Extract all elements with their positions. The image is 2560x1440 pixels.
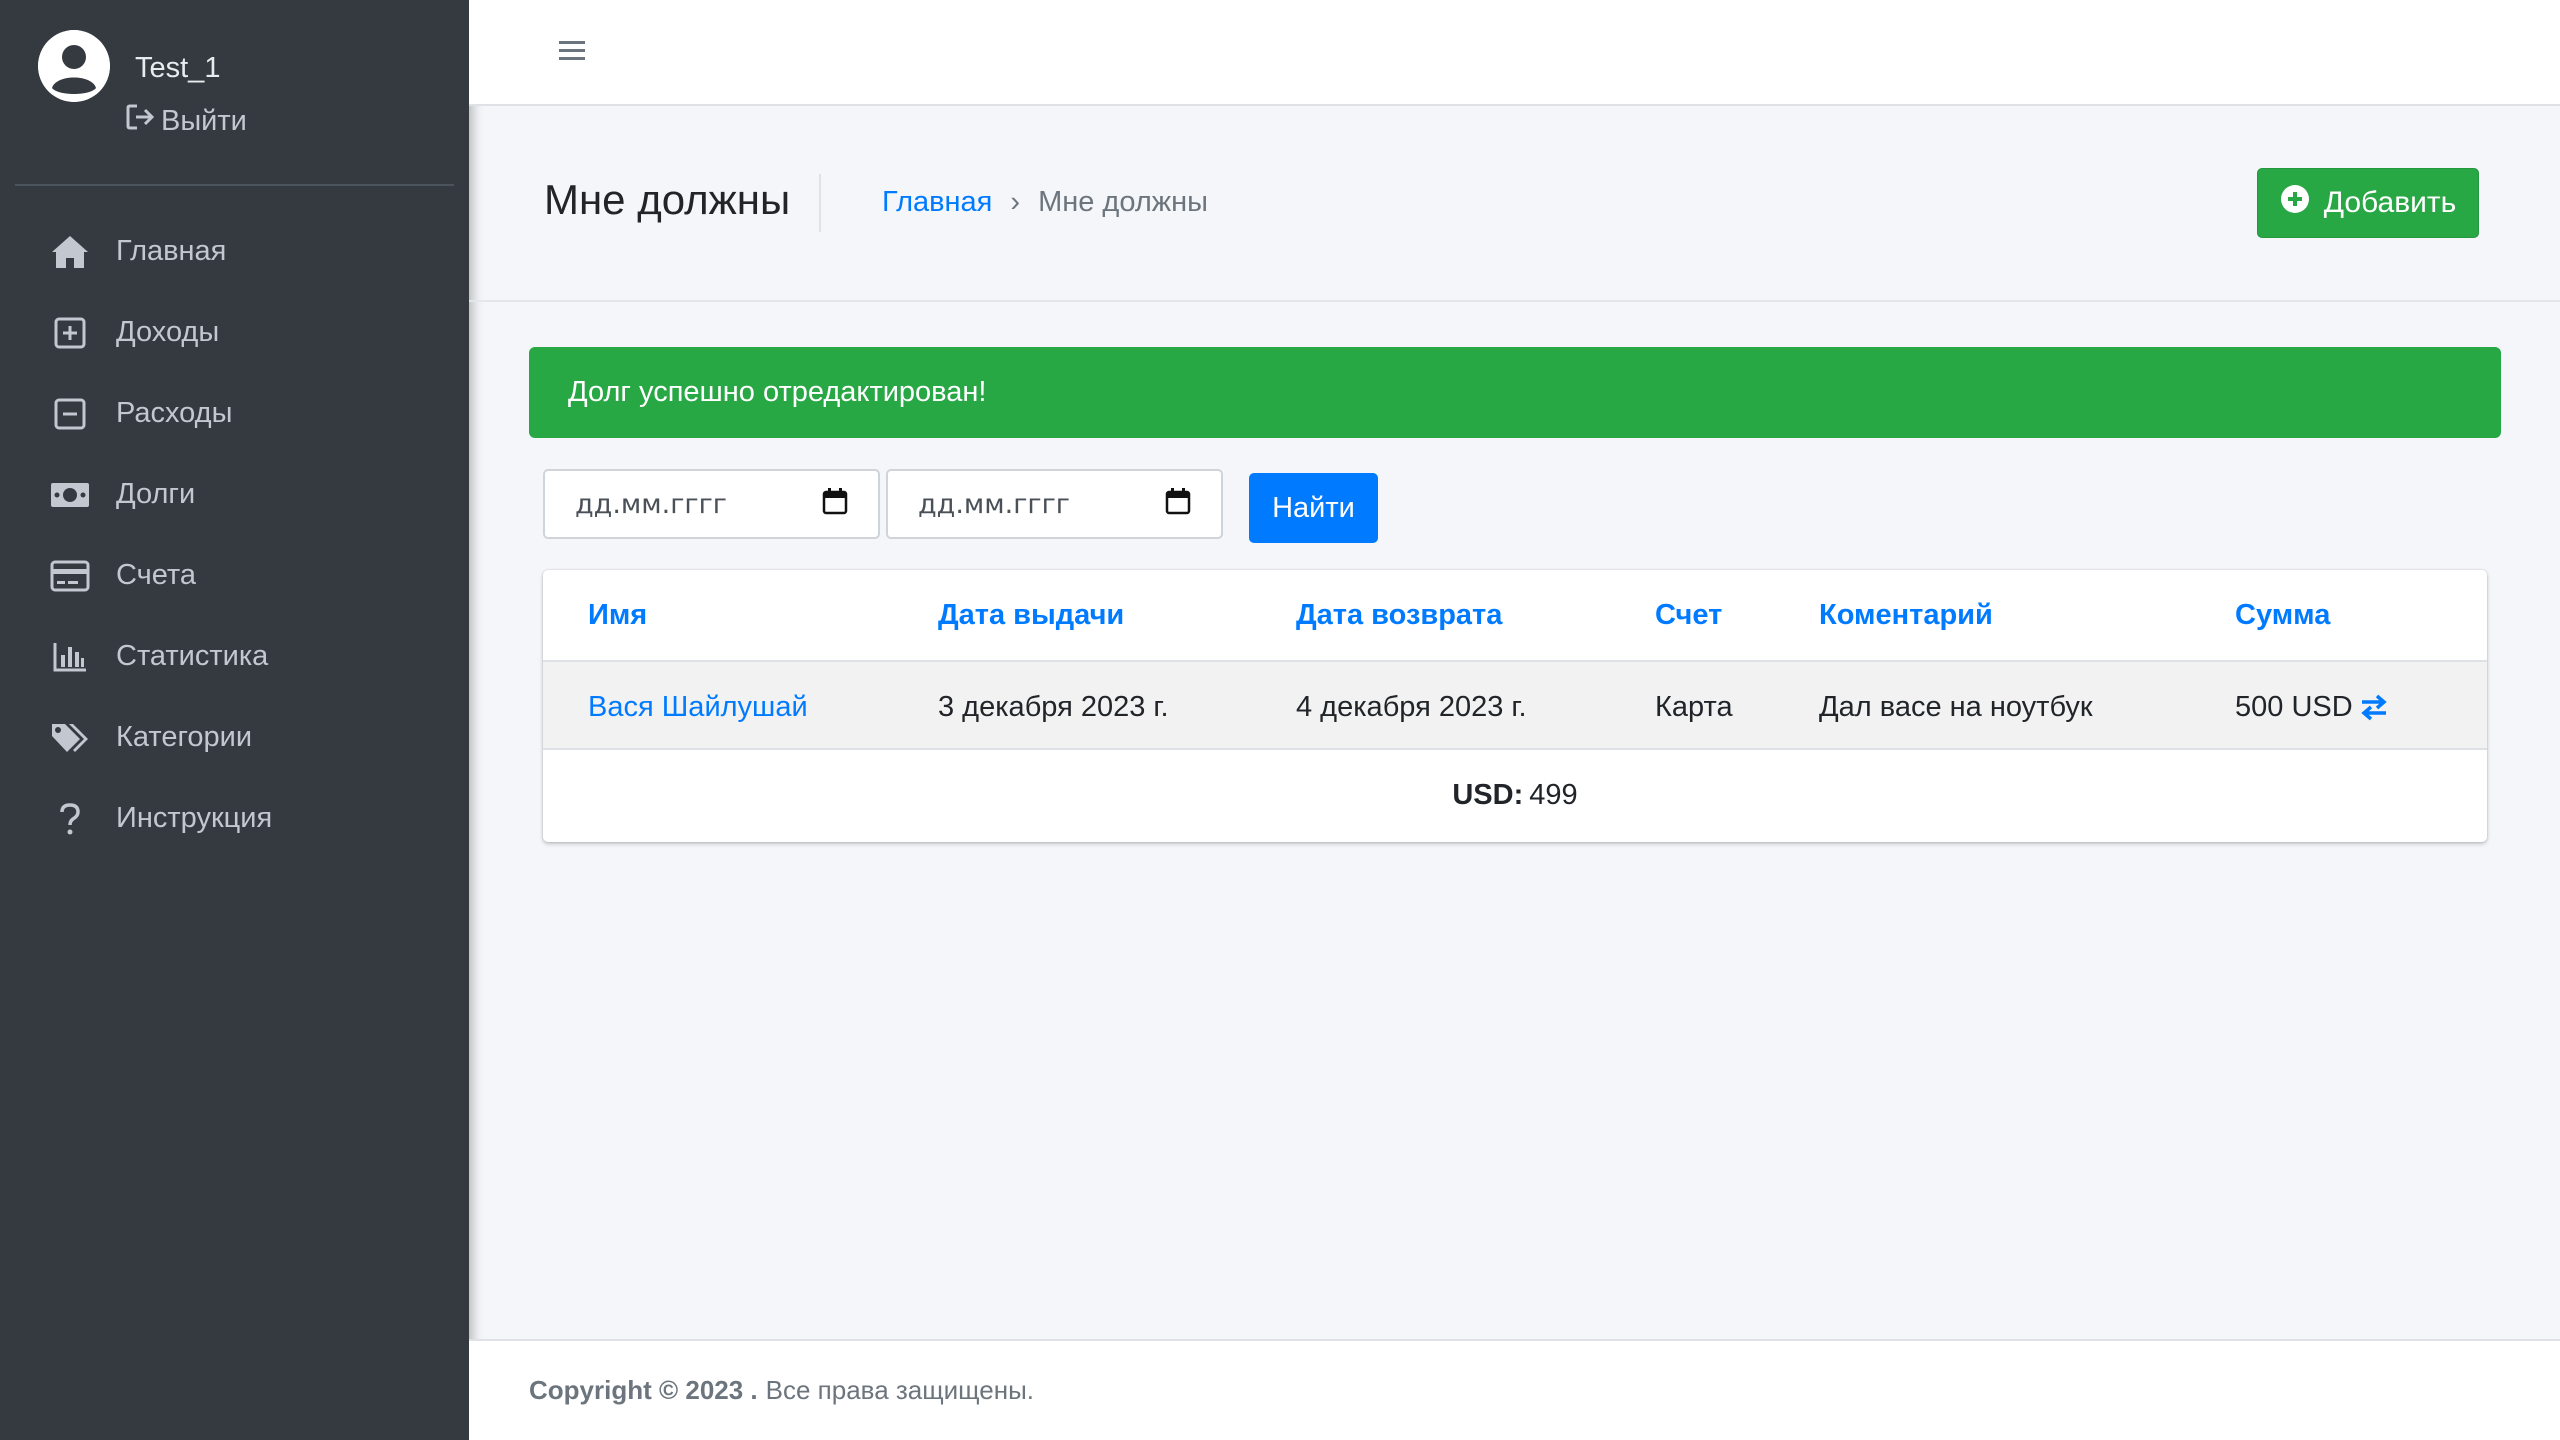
sidebar-item-income[interactable]: Доходы bbox=[0, 292, 469, 373]
sidebar-item-label: Расходы bbox=[116, 397, 233, 429]
amount-value: 500 USD bbox=[2235, 690, 2353, 723]
column-header-name[interactable]: Имя bbox=[588, 570, 647, 660]
amount-cell: 500 USD bbox=[2235, 662, 2389, 752]
sidebar-item-accounts[interactable]: Счета bbox=[0, 535, 469, 616]
page-title: Мне должны bbox=[544, 176, 791, 223]
date-to-placeholder: дд.мм.гггг bbox=[918, 488, 1070, 520]
sidebar-item-label: Категории bbox=[116, 721, 253, 753]
footer-copyright: Copyright © 2023 . bbox=[529, 1375, 758, 1405]
account-cell: Карта bbox=[1655, 690, 1733, 723]
column-header-account[interactable]: Счет bbox=[1655, 570, 1722, 660]
sidebar-item-home[interactable]: Главная bbox=[0, 211, 469, 292]
home-icon bbox=[50, 232, 90, 272]
find-button[interactable]: Найти bbox=[1249, 473, 1378, 543]
sidebar-item-label: Главная bbox=[116, 235, 227, 267]
return-date-cell: 4 декабря 2023 г. bbox=[1296, 690, 1527, 723]
sidebar-nav: Главная Доходы Расходы Долги Счета Стати… bbox=[0, 211, 469, 859]
sidebar-item-debts[interactable]: Долги bbox=[0, 454, 469, 535]
total-value: 499 bbox=[1529, 778, 1578, 811]
top-navbar bbox=[469, 0, 2560, 106]
calendar-icon[interactable] bbox=[1165, 487, 1191, 522]
calendar-icon[interactable] bbox=[822, 487, 848, 522]
add-button-label: Добавить bbox=[2323, 186, 2457, 219]
footer-rights: Все права защищены. bbox=[765, 1375, 1035, 1405]
success-alert: Долг успешно отредактирован! bbox=[529, 347, 2501, 438]
column-header-return-date[interactable]: Дата возврата bbox=[1296, 570, 1502, 660]
total-summary: USD: 499 bbox=[543, 750, 2487, 840]
breadcrumb-current: Мне должны bbox=[1038, 186, 1209, 218]
avatar-icon[interactable] bbox=[38, 30, 110, 102]
exchange-icon[interactable] bbox=[2359, 692, 2389, 722]
sidebar: Test_1 Выйти Главная Доходы Расходы Долг… bbox=[0, 0, 469, 1440]
alert-text: Долг успешно отредактирован! bbox=[568, 376, 987, 408]
sidebar-item-categories[interactable]: Категории bbox=[0, 697, 469, 778]
table-total-row: USD: 499 bbox=[543, 750, 2487, 840]
debtor-name-link[interactable]: Вася Шайлушай bbox=[588, 691, 808, 724]
sidebar-item-expenses[interactable]: Расходы bbox=[0, 373, 469, 454]
sidebar-item-statistics[interactable]: Статистика bbox=[0, 616, 469, 697]
total-currency-label: USD: bbox=[1452, 778, 1524, 811]
plus-square-icon bbox=[50, 313, 90, 353]
date-from-placeholder: дд.мм.гггг bbox=[575, 488, 727, 520]
comment-cell: Дал васе на ноутбук bbox=[1819, 690, 2093, 723]
breadcrumb: Главная › Мне должны bbox=[882, 186, 1208, 219]
column-header-issue-date[interactable]: Дата выдачи bbox=[938, 570, 1124, 660]
column-header-amount[interactable]: Сумма bbox=[2235, 570, 2330, 660]
sign-out-icon bbox=[125, 103, 157, 139]
debts-table: Имя Дата выдачи Дата возврата Счет Комен… bbox=[543, 570, 2487, 842]
sidebar-item-label: Долги bbox=[116, 478, 196, 510]
content-header: Мне должны Главная › Мне должны Добавить bbox=[469, 106, 2560, 302]
question-icon bbox=[50, 799, 90, 839]
sidebar-item-label: Доходы bbox=[116, 316, 220, 348]
add-button[interactable]: Добавить bbox=[2257, 168, 2479, 238]
user-name: Test_1 bbox=[135, 52, 221, 84]
logout-link[interactable]: Выйти bbox=[125, 103, 247, 139]
chart-bar-icon bbox=[50, 637, 90, 677]
credit-card-icon bbox=[50, 556, 90, 596]
footer: Copyright © 2023 . Все права защищены. bbox=[469, 1339, 2560, 1440]
plus-circle-icon bbox=[2280, 184, 2310, 222]
sidebar-item-instructions[interactable]: Инструкция bbox=[0, 778, 469, 859]
table-header-row: Имя Дата выдачи Дата возврата Счет Комен… bbox=[543, 570, 2487, 660]
minus-square-icon bbox=[50, 394, 90, 434]
breadcrumb-home-link[interactable]: Главная bbox=[882, 186, 992, 219]
issue-date-cell: 3 декабря 2023 г. bbox=[938, 690, 1169, 723]
date-to-input[interactable]: дд.мм.гггг bbox=[886, 469, 1223, 539]
date-from-input[interactable]: дд.мм.гггг bbox=[543, 469, 880, 539]
sidebar-item-label: Статистика bbox=[116, 640, 269, 672]
logout-label: Выйти bbox=[161, 104, 247, 137]
column-header-comment[interactable]: Коментарий bbox=[1819, 570, 1993, 660]
tags-icon bbox=[50, 718, 90, 758]
menu-toggle-icon[interactable] bbox=[557, 36, 587, 66]
sidebar-item-label: Счета bbox=[116, 559, 196, 591]
breadcrumb-separator: › bbox=[1010, 186, 1021, 218]
title-divider bbox=[819, 174, 821, 232]
sidebar-item-label: Инструкция bbox=[116, 802, 273, 834]
user-panel: Test_1 Выйти bbox=[15, 0, 454, 186]
money-bill-icon bbox=[50, 475, 90, 515]
table-row: Вася Шайлушай 3 декабря 2023 г. 4 декабр… bbox=[543, 660, 2487, 750]
